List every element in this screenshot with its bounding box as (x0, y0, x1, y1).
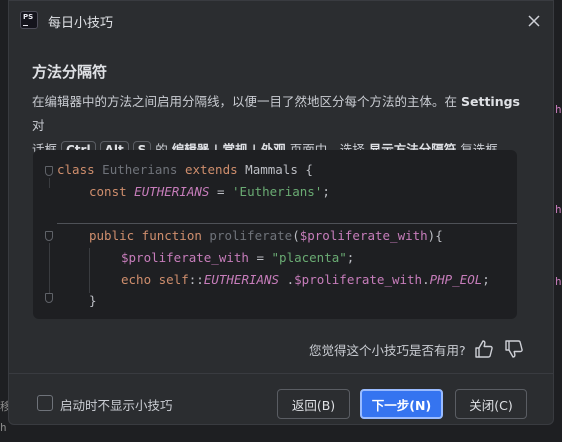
code-token: $proliferate_with (294, 272, 423, 287)
indent-guide (89, 248, 90, 293)
code-token: :: (188, 272, 204, 287)
background-editor-right: h h h (554, 0, 562, 442)
fold-marker-icon (45, 231, 53, 241)
code-token: proliferate (201, 228, 293, 243)
background-text-fragment: h (555, 275, 562, 288)
close-dialog-button[interactable]: 关闭(C) (455, 389, 527, 419)
next-button[interactable]: 下一步(N) (360, 389, 443, 419)
code-token: self (151, 272, 189, 287)
tip-title: 方法分隔符 (32, 63, 108, 81)
code-token: ; (346, 250, 355, 265)
code-line-3: public function proliferate($proliferate… (89, 226, 443, 246)
feedback-question: 您觉得这个小技巧是否有用? (309, 343, 466, 358)
indent-guide (49, 243, 50, 293)
thumbs-down-button[interactable] (504, 339, 524, 359)
code-token: ( (292, 228, 300, 243)
code-token: . (279, 272, 295, 287)
code-token: $proliferate_with (299, 228, 428, 243)
thumbs-down-icon (505, 340, 523, 358)
code-token: EUTHERIANS (126, 184, 210, 199)
code-example: class Eutherians extends Mammals { const… (33, 150, 517, 319)
code-token: extends (184, 162, 238, 177)
code-token: function (134, 228, 202, 243)
code-token: = (209, 184, 233, 199)
tip-of-the-day-dialog: PS 每日小技巧 方法分隔符 在编辑器中的方法之间启用分隔线，以便一目了然地区分… (8, 0, 554, 425)
fold-marker-icon (45, 166, 53, 176)
tip-text-segment: 对 (32, 118, 45, 133)
back-button[interactable]: 返回(B) (277, 389, 350, 419)
code-line-6: } (89, 291, 97, 311)
code-token: ; (322, 184, 330, 199)
phpstorm-app-icon: PS (20, 11, 38, 29)
method-separator-line (57, 223, 517, 224)
close-button[interactable] (523, 10, 545, 32)
code-line-5: echo self::EUTHERIANS .$proliferate_with… (121, 270, 490, 290)
code-token: ; (482, 272, 490, 287)
code-token: Eutherians (94, 162, 185, 177)
code-line-2: const EUTHERIANS = 'Eutherians'; (89, 182, 330, 202)
background-text-fragment: h (555, 103, 562, 116)
code-token: "placenta" (271, 250, 347, 265)
dialog-title: 每日小技巧 (48, 16, 114, 31)
dialog-titlebar: PS 每日小技巧 (9, 1, 553, 41)
code-token: } (89, 293, 97, 308)
code-line-1: class Eutherians extends Mammals { (57, 160, 313, 180)
code-token: EUTHERIANS (203, 272, 280, 287)
tip-text-segment: 在编辑器中的方法之间启用分隔线，以便一目了然地区分每个方法的主体。在 (32, 94, 461, 109)
code-token: 'Eutherians' (232, 184, 323, 199)
background-text-fragment: h (555, 203, 562, 216)
close-icon (528, 15, 540, 27)
code-token: const (89, 184, 127, 199)
code-token: PHP_EOL (429, 272, 483, 287)
code-token: Mammals { (237, 162, 313, 177)
code-token: $proliferate_with (121, 250, 249, 265)
code-token: ){ (427, 228, 443, 243)
background-text-fragment: h (0, 421, 7, 434)
dont-show-tips-label[interactable]: 启动时不显示小技巧 (60, 395, 173, 414)
code-token: . (422, 272, 430, 287)
thumbs-up-button[interactable] (474, 339, 494, 359)
code-token: class (57, 162, 95, 177)
dont-show-tips-checkbox[interactable] (37, 395, 53, 411)
code-token: echo (121, 272, 152, 287)
code-token: = (248, 250, 272, 265)
tip-settings-term: Settings (460, 94, 520, 109)
code-line-4: $proliferate_with = "placenta"; (121, 248, 354, 268)
fold-marker-icon (45, 293, 53, 303)
footer-divider (9, 373, 553, 374)
code-token: public (89, 228, 135, 243)
indent-guide (49, 178, 50, 188)
thumbs-up-icon (475, 340, 493, 358)
